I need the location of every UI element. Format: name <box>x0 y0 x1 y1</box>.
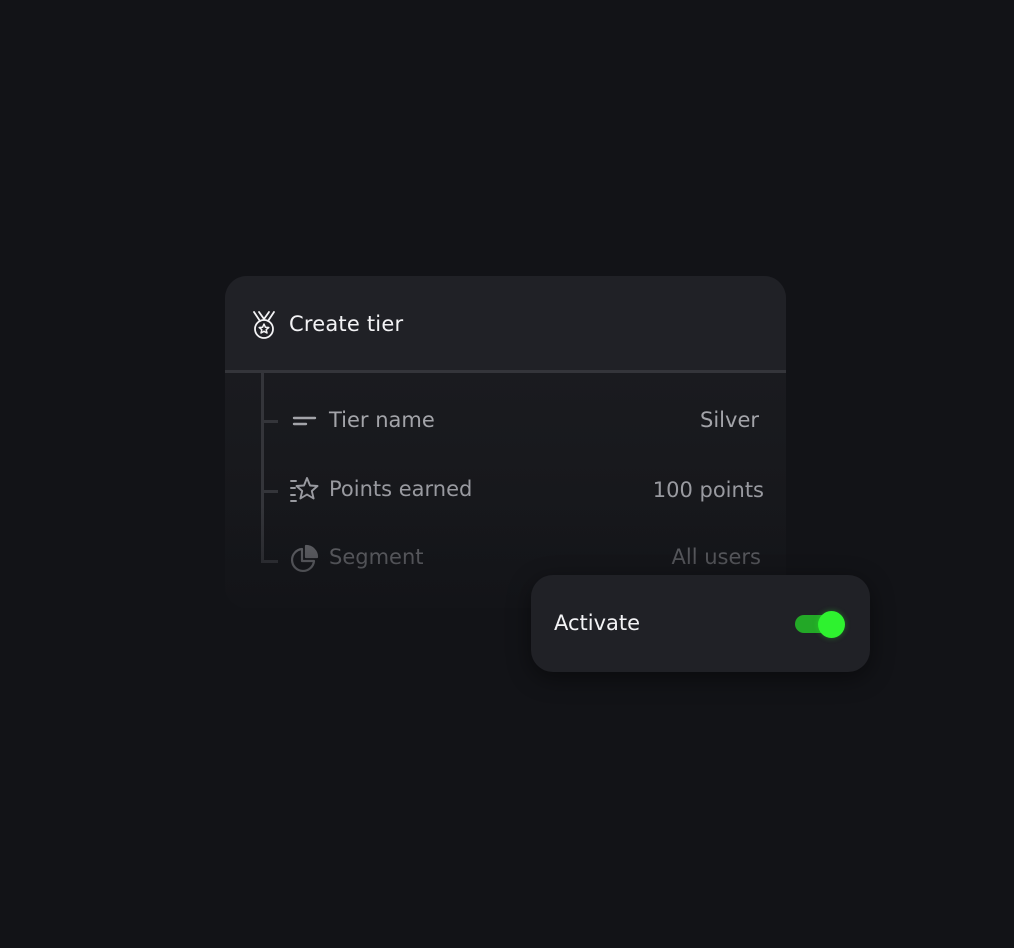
create-tier-card: Create tier Tier name Silver Points earn… <box>225 276 786 608</box>
field-value[interactable]: Silver <box>700 406 759 434</box>
field-value[interactable]: 100 points <box>653 476 764 504</box>
tree-branch <box>264 560 278 563</box>
text-lines-icon <box>292 416 317 426</box>
tree-branch <box>264 490 278 493</box>
field-label: Tier name <box>329 408 435 432</box>
tree-connector <box>261 373 264 563</box>
medal-icon <box>253 311 275 339</box>
activate-label: Activate <box>554 611 641 635</box>
field-label: Points earned <box>329 477 473 501</box>
card-title: Create tier <box>289 312 404 336</box>
tree-branch <box>264 420 278 423</box>
card-header: Create tier <box>225 276 786 373</box>
star-list-icon <box>290 477 319 502</box>
activate-toggle[interactable] <box>795 611 847 638</box>
activate-card: Activate <box>531 575 870 672</box>
pie-chart-icon <box>290 544 319 573</box>
field-value[interactable]: All users <box>672 543 761 571</box>
field-label: Segment <box>329 545 424 569</box>
toggle-knob <box>818 611 845 638</box>
canvas: Create tier Tier name Silver Points earn… <box>0 0 1014 948</box>
